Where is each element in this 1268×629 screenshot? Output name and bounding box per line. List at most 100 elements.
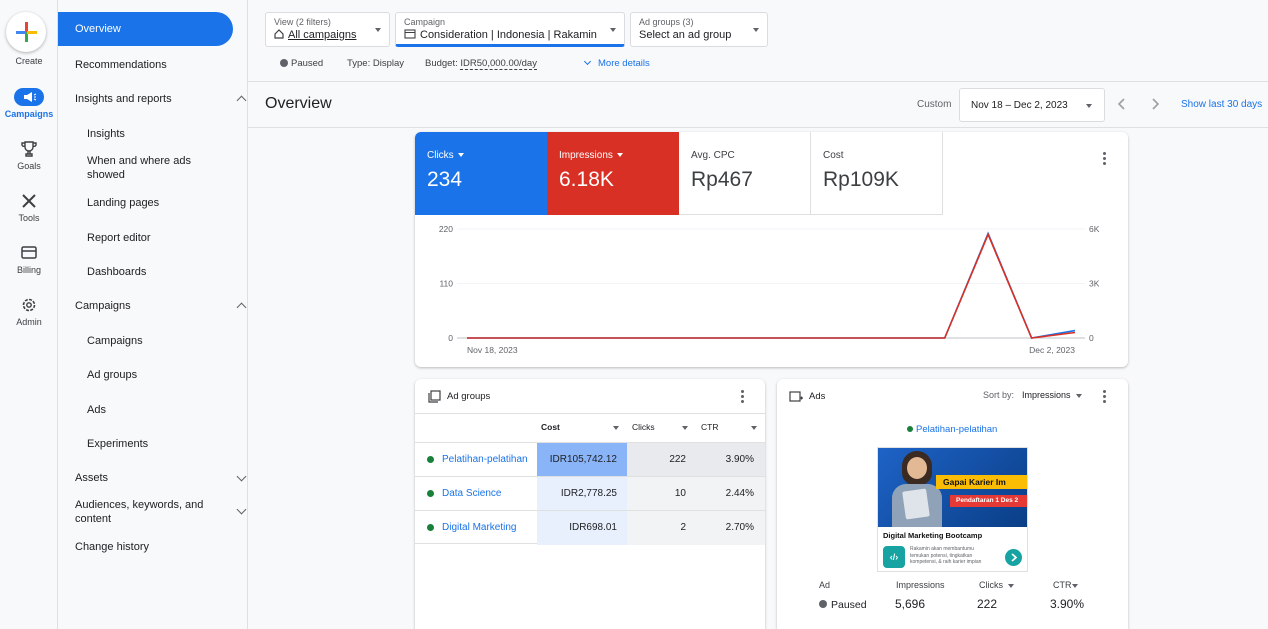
rail-admin-label: Admin (16, 317, 42, 327)
nav-insights-and-reports[interactable]: Insights and reports (75, 92, 247, 106)
dropdown-caret-icon (1072, 584, 1078, 588)
show-last-30-days-link[interactable]: Show last 30 days (1181, 99, 1262, 110)
rail-campaigns[interactable]: Campaigns (0, 88, 58, 119)
card-title: Ad groups (447, 391, 491, 402)
sort-by-dropdown[interactable]: Impressions (1022, 390, 1082, 400)
metric-impressions[interactable]: Impressions 6.18K (547, 132, 679, 215)
dropdown-caret-icon (613, 426, 619, 430)
cost-cell: IDR105,742.12 (537, 443, 627, 477)
table-row[interactable]: Digital Marketing IDR698.01 2 2.70% (415, 510, 765, 545)
adgroup-filter-value: Select an ad group (639, 29, 732, 41)
status-dot-icon (427, 455, 434, 463)
rail-goals[interactable]: Goals (0, 140, 58, 171)
table-row[interactable]: Data Science IDR2,778.25 10 2.44% (415, 476, 765, 511)
more-details-link[interactable]: More details (583, 57, 650, 69)
rail-tools[interactable]: Tools (0, 192, 58, 223)
date-range-text: Nov 18 – Dec 2, 2023 (971, 100, 1068, 111)
create-button[interactable] (6, 12, 46, 52)
performance-chart: 220 6K 110 3K 0 0 Nov 18, 2023 Dec 2, 2023 (439, 224, 1100, 355)
column-header-ctr[interactable]: CTR (1053, 580, 1078, 590)
performance-card: Clicks 234 Impressions 6.18K Avg. CPC Rp… (415, 132, 1128, 367)
metric-cost[interactable]: Cost Rp109K (811, 132, 943, 215)
nav-when-and-where[interactable]: When and where ads showed (87, 154, 207, 182)
table-row[interactable]: Pelatihan-pelatihan IDR105,742.12 222 3.… (415, 442, 765, 477)
column-header-impressions[interactable]: Impressions (896, 580, 945, 590)
campaign-budget[interactable]: Budget: IDR50,000.00/day (425, 58, 537, 70)
cost-cell: IDR2,778.25 (537, 477, 627, 511)
column-label: Cost (541, 422, 560, 432)
nav-overview[interactable]: Overview (58, 12, 233, 46)
chevron-down-icon (236, 504, 247, 515)
nav-assets[interactable]: Assets (75, 471, 247, 485)
ad-status-text: Paused (831, 599, 867, 611)
arrow-right-icon[interactable] (1005, 549, 1022, 566)
prev-period-button[interactable] (1116, 97, 1128, 114)
rakamin-logo: ‹/› (883, 546, 905, 568)
more-options-icon[interactable] (1103, 152, 1106, 167)
metric-value: 6.18K (559, 168, 614, 191)
nav-dashboards[interactable]: Dashboards (87, 265, 146, 279)
adgroup-name-cell[interactable]: Data Science (415, 477, 537, 511)
home-icon (274, 29, 284, 44)
column-header-clicks[interactable]: Clicks (979, 580, 1014, 590)
dropdown-caret-icon (457, 153, 464, 158)
ad-description: Rakamin akan membantumu temukan potensi,… (910, 546, 982, 565)
rail-admin[interactable]: Admin (0, 296, 58, 327)
paused-icon (819, 600, 827, 608)
adgroup-name: Digital Marketing (442, 522, 517, 533)
rail-billing[interactable]: Billing (0, 244, 58, 275)
ad-group-link[interactable]: Pelatihan-pelatihan (907, 424, 997, 435)
dropdown-caret-icon (1008, 584, 1014, 588)
nav-recommendations[interactable]: Recommendations (75, 58, 167, 72)
clicks-cell: 10 (627, 477, 692, 511)
column-header-cost[interactable]: Cost (541, 422, 619, 432)
ad-clicks-value: 222 (977, 597, 998, 611)
nav-ad-groups[interactable]: Ad groups (87, 368, 137, 382)
page-title: Overview (265, 95, 332, 112)
adgroup-name-cell[interactable]: Pelatihan-pelatihan (415, 443, 537, 477)
date-range-picker[interactable]: Nov 18 – Dec 2, 2023 (959, 88, 1105, 122)
nav-report-editor[interactable]: Report editor (87, 231, 151, 245)
column-header-ctr[interactable]: CTR (701, 422, 757, 432)
ad-groups-card: Ad groups Cost Clicks CTR Pelatihan-pela… (415, 379, 765, 629)
nav-campaigns-group[interactable]: Campaigns (75, 299, 247, 313)
gear-icon (18, 296, 40, 314)
adgroup-name-cell[interactable]: Digital Marketing (415, 511, 537, 545)
ad-sub-banner: Pendaftaran 1 Des 2 (950, 495, 1027, 507)
adgroup-filter-dropdown[interactable]: Ad groups (3) Select an ad group (630, 12, 768, 47)
ad-icon (789, 390, 803, 406)
ad-image: Gapai Karier Im Pendaftaran 1 Des 2 (878, 448, 1027, 527)
chevron-right-icon (1152, 98, 1160, 110)
adgroup-name: Data Science (442, 488, 502, 499)
metric-value: Rp467 (691, 168, 753, 191)
sort-by-label: Sort by: (983, 390, 1015, 400)
nav-insights[interactable]: Insights (87, 127, 125, 141)
view-filter-label: View (2 filters) (274, 17, 331, 27)
tools-icon (18, 192, 40, 210)
nav-ads[interactable]: Ads (87, 403, 106, 417)
status-dot-icon (427, 489, 434, 497)
display-campaign-icon (404, 29, 416, 44)
view-filter-dropdown[interactable]: View (2 filters) All campaigns (265, 12, 390, 47)
nav-change-history[interactable]: Change history (75, 540, 149, 554)
x-tick-label: Dec 2, 2023 (1029, 345, 1075, 355)
nav-experiments[interactable]: Experiments (87, 437, 148, 451)
metric-clicks[interactable]: Clicks 234 (415, 132, 547, 215)
custom-label: Custom (917, 99, 952, 110)
budget-label: Budget: (425, 58, 458, 69)
ad-preview[interactable]: Gapai Karier Im Pendaftaran 1 Des 2 Digi… (877, 447, 1028, 572)
campaign-filter-dropdown[interactable]: Campaign Consideration | Indonesia | Rak… (395, 12, 625, 47)
next-period-button[interactable] (1149, 97, 1161, 114)
status-dot-icon (427, 523, 434, 531)
metric-avg-cpc[interactable]: Avg. CPC Rp467 (679, 132, 811, 215)
nav-audiences[interactable]: Audiences, keywords, and content (75, 498, 247, 526)
nav-landing-pages[interactable]: Landing pages (87, 196, 159, 210)
nav-campaigns[interactable]: Campaigns (87, 334, 143, 348)
ad-impressions-value: 5,696 (895, 597, 926, 611)
more-options-icon[interactable] (1103, 390, 1106, 405)
ad-ctr-value: 3.90% (1050, 597, 1085, 611)
column-label: CTR (701, 422, 719, 432)
ad-status: Paused (819, 599, 867, 611)
more-options-icon[interactable] (741, 390, 744, 405)
column-header-clicks[interactable]: Clicks (632, 422, 688, 432)
